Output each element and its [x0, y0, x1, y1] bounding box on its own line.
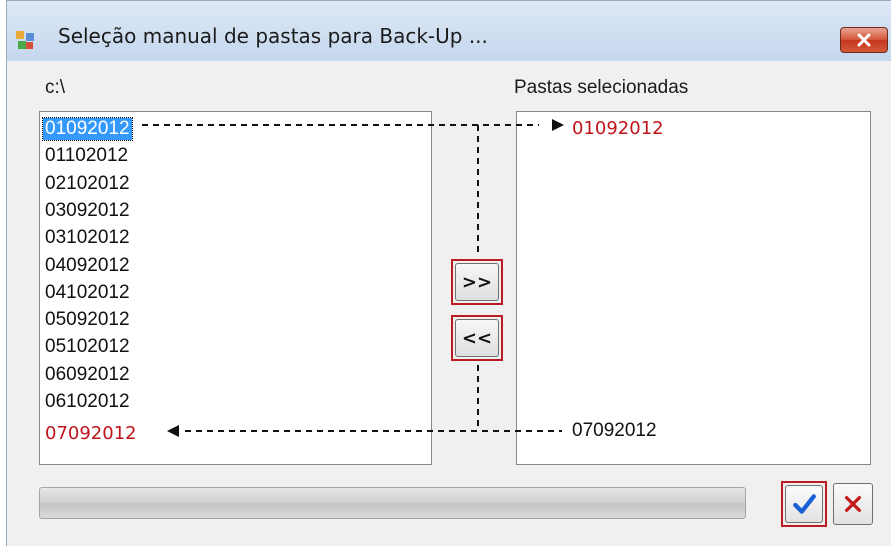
list-item[interactable]: 05092012	[45, 309, 130, 331]
source-folder-list[interactable]: 01092012 01102012 02102012 03092012 03102012…	[39, 111, 432, 465]
confirm-button[interactable]	[785, 485, 823, 523]
remove-folder-button[interactable]: <<	[455, 319, 499, 357]
add-folder-button[interactable]: >>	[455, 263, 499, 301]
list-item[interactable]: 03102012	[45, 227, 130, 249]
window-title: Seleção manual de pastas para Back-Up ..…	[58, 24, 488, 48]
list-item[interactable]: 04092012	[45, 255, 130, 277]
remove-folder-button-highlight: <<	[451, 315, 503, 361]
add-folder-button-highlight: >>	[451, 259, 503, 305]
dialog-window: Seleção manual de pastas para Back-Up ..…	[6, 0, 891, 546]
returned-folder-item[interactable]: 07092012	[45, 423, 137, 445]
selected-folder-item[interactable]: 07092012	[572, 420, 657, 442]
source-path-label: c:\	[45, 77, 66, 98]
list-item[interactable]: 04102012	[45, 282, 130, 304]
selected-list-item[interactable]: 01092012	[42, 117, 133, 141]
list-item[interactable]: 06102012	[45, 391, 130, 413]
progress-bar	[39, 487, 746, 519]
title-bar: Seleção manual de pastas para Back-Up ..…	[7, 1, 891, 61]
selected-folders-label: Pastas selecionadas	[514, 77, 689, 98]
checkmark-icon	[793, 494, 816, 514]
close-button[interactable]	[840, 27, 888, 53]
list-item[interactable]: 01102012	[45, 145, 128, 167]
list-item[interactable]: 02102012	[45, 173, 130, 195]
added-folder-item[interactable]: 01092012	[572, 118, 664, 140]
close-icon	[857, 33, 871, 47]
list-item[interactable]: 06092012	[45, 364, 130, 386]
list-item[interactable]: 03092012	[45, 200, 130, 222]
app-window-icon	[15, 30, 35, 50]
selected-folder-list[interactable]: 01092012 07092012	[516, 111, 871, 465]
cancel-button[interactable]	[833, 483, 873, 525]
x-icon	[844, 495, 862, 513]
cancel-button-face[interactable]	[833, 483, 873, 525]
list-item[interactable]: 05102012	[45, 336, 130, 358]
confirm-button-highlight	[781, 481, 827, 527]
